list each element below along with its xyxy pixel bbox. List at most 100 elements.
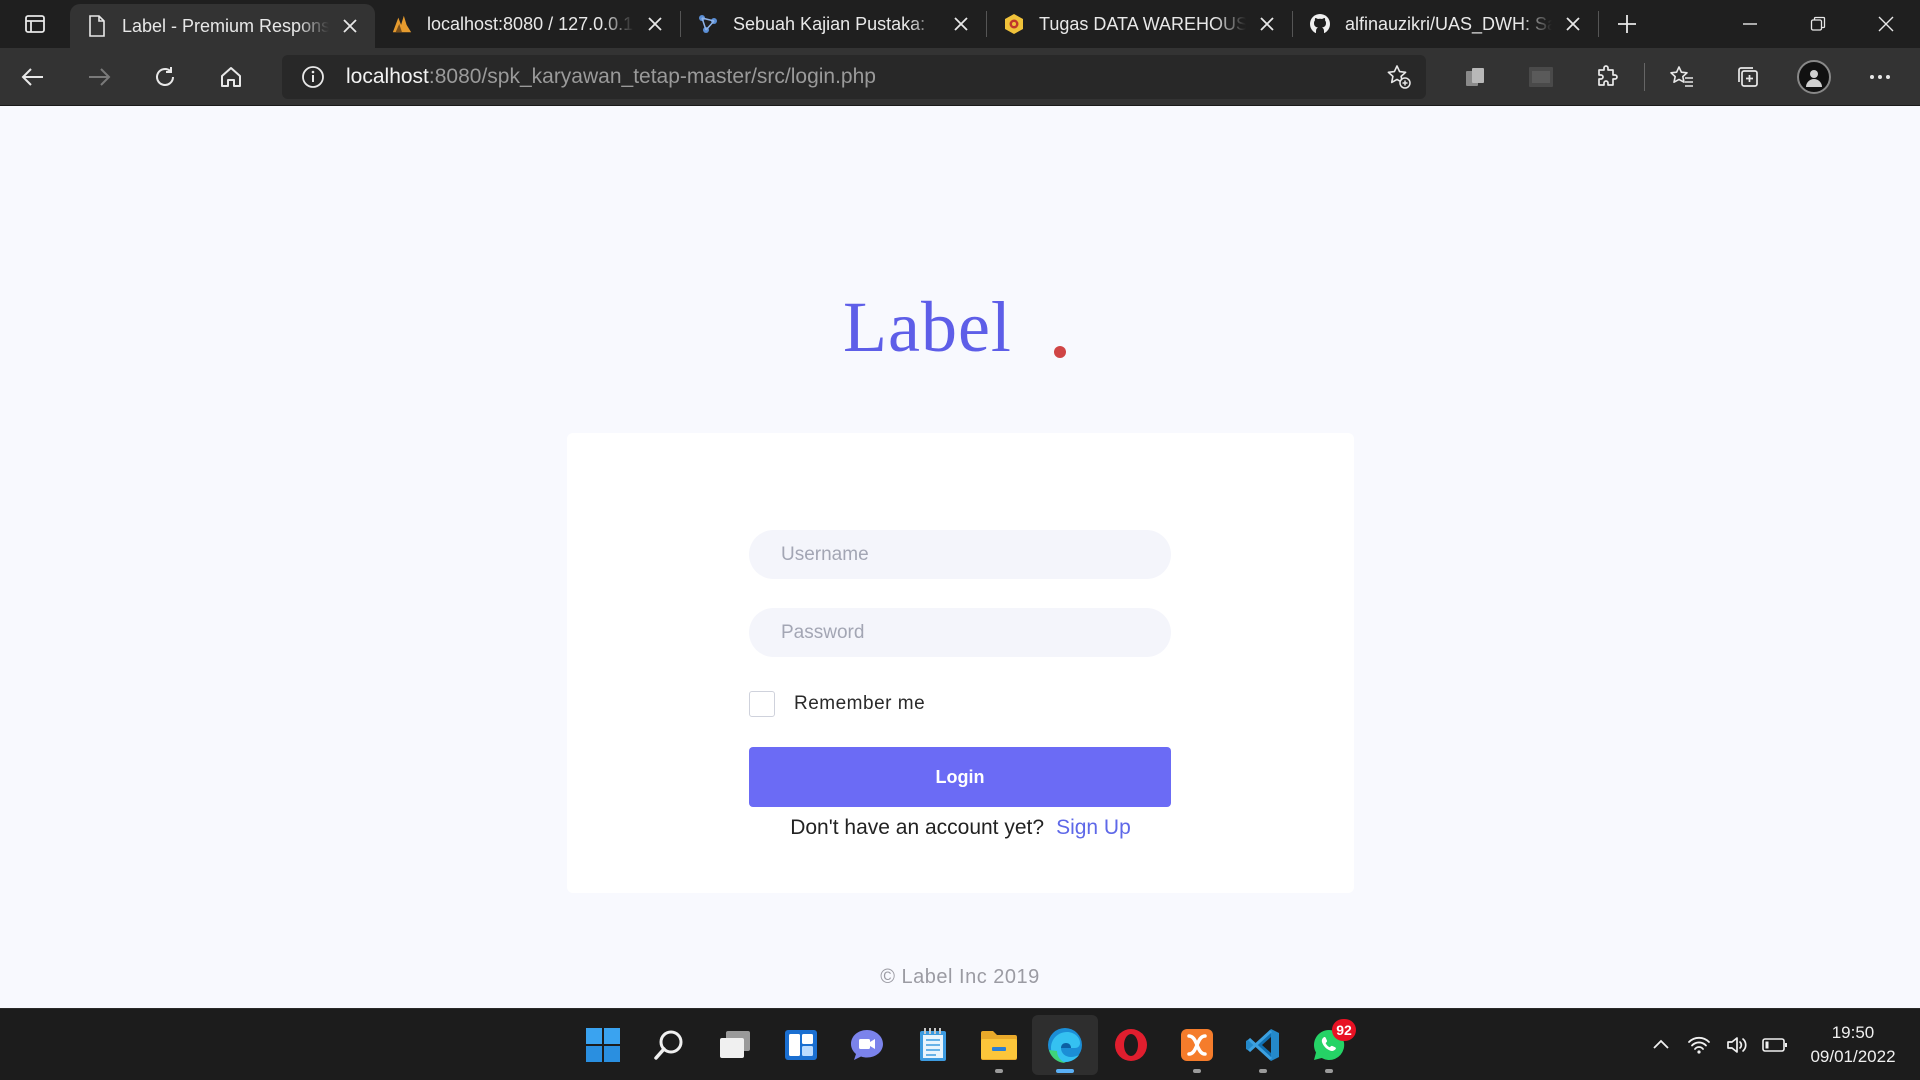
extension-button[interactable] bbox=[1442, 48, 1508, 106]
remember-me-label[interactable]: Remember me bbox=[794, 693, 925, 715]
notification-badge: 92 bbox=[1332, 1019, 1356, 1041]
tab-data-warehouse[interactable]: Tugas DATA WAREHOUSE bbox=[987, 0, 1292, 48]
extension-button[interactable] bbox=[1508, 48, 1574, 106]
signup-row: Don't have an account yet? Sign Up bbox=[567, 816, 1354, 840]
tab-title: alfinauzikri/UAS_DWH: Sal bbox=[1345, 13, 1552, 34]
signup-link[interactable]: Sign Up bbox=[1056, 816, 1131, 839]
show-hidden-icons-button[interactable] bbox=[1643, 1027, 1679, 1063]
file-explorer-button[interactable] bbox=[966, 1015, 1032, 1075]
wifi-button[interactable] bbox=[1681, 1027, 1717, 1063]
close-icon[interactable] bbox=[1562, 13, 1584, 35]
password-input[interactable] bbox=[749, 608, 1171, 657]
taskbar-apps: 92 bbox=[570, 1009, 1362, 1080]
favorites-icon bbox=[1670, 65, 1693, 87]
notepad-button[interactable] bbox=[900, 1015, 966, 1075]
task-view-icon bbox=[720, 1031, 750, 1058]
favorites-button[interactable] bbox=[1649, 48, 1715, 106]
home-icon bbox=[221, 66, 241, 87]
tab-title: localhost:8080 / 127.0.0.1 bbox=[427, 13, 634, 34]
edge-button[interactable] bbox=[1032, 1015, 1098, 1075]
xampp-icon bbox=[1181, 1029, 1213, 1061]
more-icon bbox=[1870, 74, 1890, 79]
close-icon[interactable] bbox=[1256, 13, 1278, 35]
close-icon[interactable] bbox=[644, 13, 666, 35]
login-button[interactable]: Login bbox=[749, 747, 1171, 807]
new-tab-button[interactable] bbox=[1599, 0, 1655, 48]
minimize-icon bbox=[1743, 23, 1757, 25]
task-view-button[interactable] bbox=[702, 1015, 768, 1075]
chat-button[interactable] bbox=[834, 1015, 900, 1075]
xampp-button[interactable] bbox=[1164, 1015, 1230, 1075]
extension-grey-icon bbox=[1529, 66, 1553, 87]
opera-icon bbox=[1115, 1029, 1147, 1061]
url-path: :8080/spk_karyawan_tetap-master/src/logi… bbox=[428, 64, 876, 88]
opera-button[interactable] bbox=[1098, 1015, 1164, 1075]
close-icon bbox=[1878, 16, 1894, 32]
vscode-icon bbox=[1246, 1029, 1279, 1061]
toolbar-extensions bbox=[1442, 48, 1913, 106]
search-icon bbox=[654, 1030, 683, 1060]
close-window-button[interactable] bbox=[1852, 0, 1920, 48]
clock[interactable]: 19:50 09/01/2022 bbox=[1794, 1021, 1912, 1069]
page-icon bbox=[86, 15, 108, 37]
brand-logo[interactable]: Label bbox=[843, 286, 1012, 369]
widgets-icon bbox=[785, 1030, 817, 1060]
puzzle-icon bbox=[1598, 64, 1618, 86]
extensions-button[interactable] bbox=[1574, 48, 1640, 106]
remember-me-row[interactable]: Remember me bbox=[749, 691, 925, 717]
volume-button[interactable] bbox=[1719, 1027, 1755, 1063]
window-controls bbox=[1716, 0, 1920, 48]
tab-label[interactable]: Label - Premium Responsi bbox=[70, 4, 375, 48]
whatsapp-button[interactable]: 92 bbox=[1296, 1015, 1362, 1075]
system-tray: 19:50 09/01/2022 bbox=[1642, 1009, 1920, 1080]
running-indicator bbox=[1056, 1069, 1074, 1073]
tab-kajian-pustaka[interactable]: Sebuah Kajian Pustaka: bbox=[681, 0, 986, 48]
battery-button[interactable] bbox=[1757, 1027, 1793, 1063]
tab-github[interactable]: alfinauzikri/UAS_DWH: Sal bbox=[1293, 0, 1598, 48]
browser-toolbar: localhost:8080/spk_karyawan_tetap-master… bbox=[0, 48, 1920, 106]
back-button[interactable] bbox=[0, 48, 66, 106]
forward-button[interactable] bbox=[66, 48, 132, 106]
vscode-button[interactable] bbox=[1230, 1015, 1296, 1075]
start-button[interactable] bbox=[570, 1015, 636, 1075]
collections-icon bbox=[1738, 66, 1758, 87]
info-icon[interactable] bbox=[300, 64, 326, 90]
notepad-icon bbox=[920, 1028, 946, 1061]
restore-icon bbox=[1810, 16, 1826, 31]
close-icon[interactable] bbox=[339, 15, 361, 37]
tab-phpmyadmin[interactable]: localhost:8080 / 127.0.0.1 bbox=[375, 0, 680, 48]
username-input[interactable] bbox=[749, 530, 1171, 579]
toolbar-divider bbox=[1644, 62, 1645, 91]
widgets-button[interactable] bbox=[768, 1015, 834, 1075]
plus-icon bbox=[1618, 15, 1636, 33]
windows-taskbar: 92 19:50 09/01/2022 bbox=[0, 1008, 1920, 1080]
tab-actions-button[interactable] bbox=[0, 0, 70, 48]
remember-me-checkbox[interactable] bbox=[749, 691, 775, 717]
close-icon[interactable] bbox=[950, 13, 972, 35]
profile-button[interactable] bbox=[1781, 48, 1847, 106]
footer-copyright: © Label Inc 2019 bbox=[880, 966, 1040, 988]
github-icon bbox=[1309, 13, 1331, 35]
edge-icon bbox=[1048, 1028, 1082, 1063]
minimize-button[interactable] bbox=[1716, 0, 1784, 48]
refresh-button[interactable] bbox=[132, 48, 198, 106]
collections-button[interactable] bbox=[1715, 48, 1781, 106]
search-button[interactable] bbox=[636, 1015, 702, 1075]
restore-button[interactable] bbox=[1784, 0, 1852, 48]
brand-dot bbox=[1054, 346, 1066, 358]
running-indicator bbox=[1325, 1069, 1333, 1073]
tab-title: Label - Premium Responsi bbox=[122, 15, 329, 36]
settings-menu-button[interactable] bbox=[1847, 48, 1913, 106]
chat-icon bbox=[851, 1030, 883, 1060]
wifi-icon bbox=[1688, 1036, 1710, 1054]
refresh-icon bbox=[156, 66, 174, 86]
running-indicator bbox=[1193, 1069, 1201, 1073]
add-favorite-icon[interactable] bbox=[1386, 64, 1412, 90]
tab-title: Tugas DATA WAREHOUSE bbox=[1039, 13, 1246, 34]
url-text[interactable]: localhost:8080/spk_karyawan_tetap-master… bbox=[346, 65, 1386, 89]
home-button[interactable] bbox=[198, 48, 264, 106]
running-indicator bbox=[1259, 1069, 1267, 1073]
extension-copy-icon bbox=[1466, 67, 1484, 86]
address-bar[interactable]: localhost:8080/spk_karyawan_tetap-master… bbox=[282, 54, 1426, 99]
start-icon bbox=[586, 1028, 620, 1062]
